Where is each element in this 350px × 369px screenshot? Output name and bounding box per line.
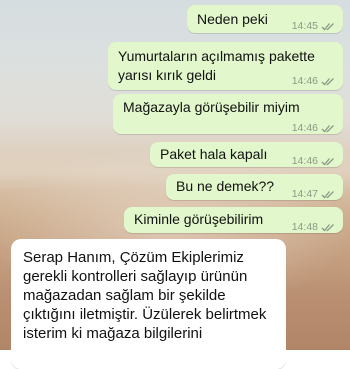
message-text: Paket hala kapalı: [160, 146, 268, 162]
message-text: çıktığını iletmiştir. Üzülerek belirtmek: [23, 306, 267, 323]
message-text: isterim ki mağaza bilgilerini: [23, 325, 203, 342]
double-check-icon: [321, 190, 334, 198]
message-text: Neden peki: [197, 11, 268, 27]
outgoing-message[interactable]: Yumurtaların açılmamış pakette yarısı kı…: [108, 42, 343, 90]
message-text: gerekli kontrolleri sağlayıp ürünün: [23, 268, 248, 285]
double-check-icon: [321, 157, 334, 165]
message-meta: 14:46: [292, 119, 335, 137]
double-check-icon: [321, 124, 334, 132]
message-time: 14:48: [291, 221, 318, 233]
message-meta: 14:47: [292, 185, 335, 203]
message-time: 14:45: [291, 20, 318, 32]
message-time: 14:47: [291, 188, 318, 200]
outgoing-message[interactable]: Paket hala kapalı 14:46: [150, 142, 343, 167]
message-meta: 14:46: [292, 72, 335, 90]
message-meta: 14:46: [292, 152, 335, 170]
double-check-icon: [321, 77, 334, 85]
outgoing-message[interactable]: Bu ne demek?? 14:47: [166, 174, 343, 200]
message-time: 14:46: [291, 122, 318, 134]
double-check-icon: [321, 22, 334, 30]
message-text: Kiminle görüşebilirim: [134, 211, 264, 227]
message-text: yarısı kırık geldi: [118, 67, 217, 83]
message-text: Serap Hanım, Çözüm Ekiplerimiz: [23, 249, 244, 266]
message-time: 14:46: [291, 75, 318, 87]
message-meta: 14:45: [292, 17, 335, 35]
message-text: Yumurtaların açılmamış pakette: [118, 48, 315, 64]
outgoing-message[interactable]: Mağazayla görüşebilir miyim 14:46: [113, 94, 343, 134]
message-meta: 14:48: [292, 218, 335, 236]
outgoing-message[interactable]: Neden peki 14:45: [187, 5, 343, 33]
message-text: Bu ne demek??: [176, 178, 275, 194]
message-text: mağazadan sağlam bir şekilde: [23, 287, 226, 304]
double-check-icon: [321, 223, 334, 231]
message-text: Mağazayla görüşebilir miyim: [123, 99, 300, 115]
outgoing-message[interactable]: Kiminle görüşebilirim 14:48: [124, 207, 343, 233]
message-time: 14:46: [291, 155, 318, 167]
